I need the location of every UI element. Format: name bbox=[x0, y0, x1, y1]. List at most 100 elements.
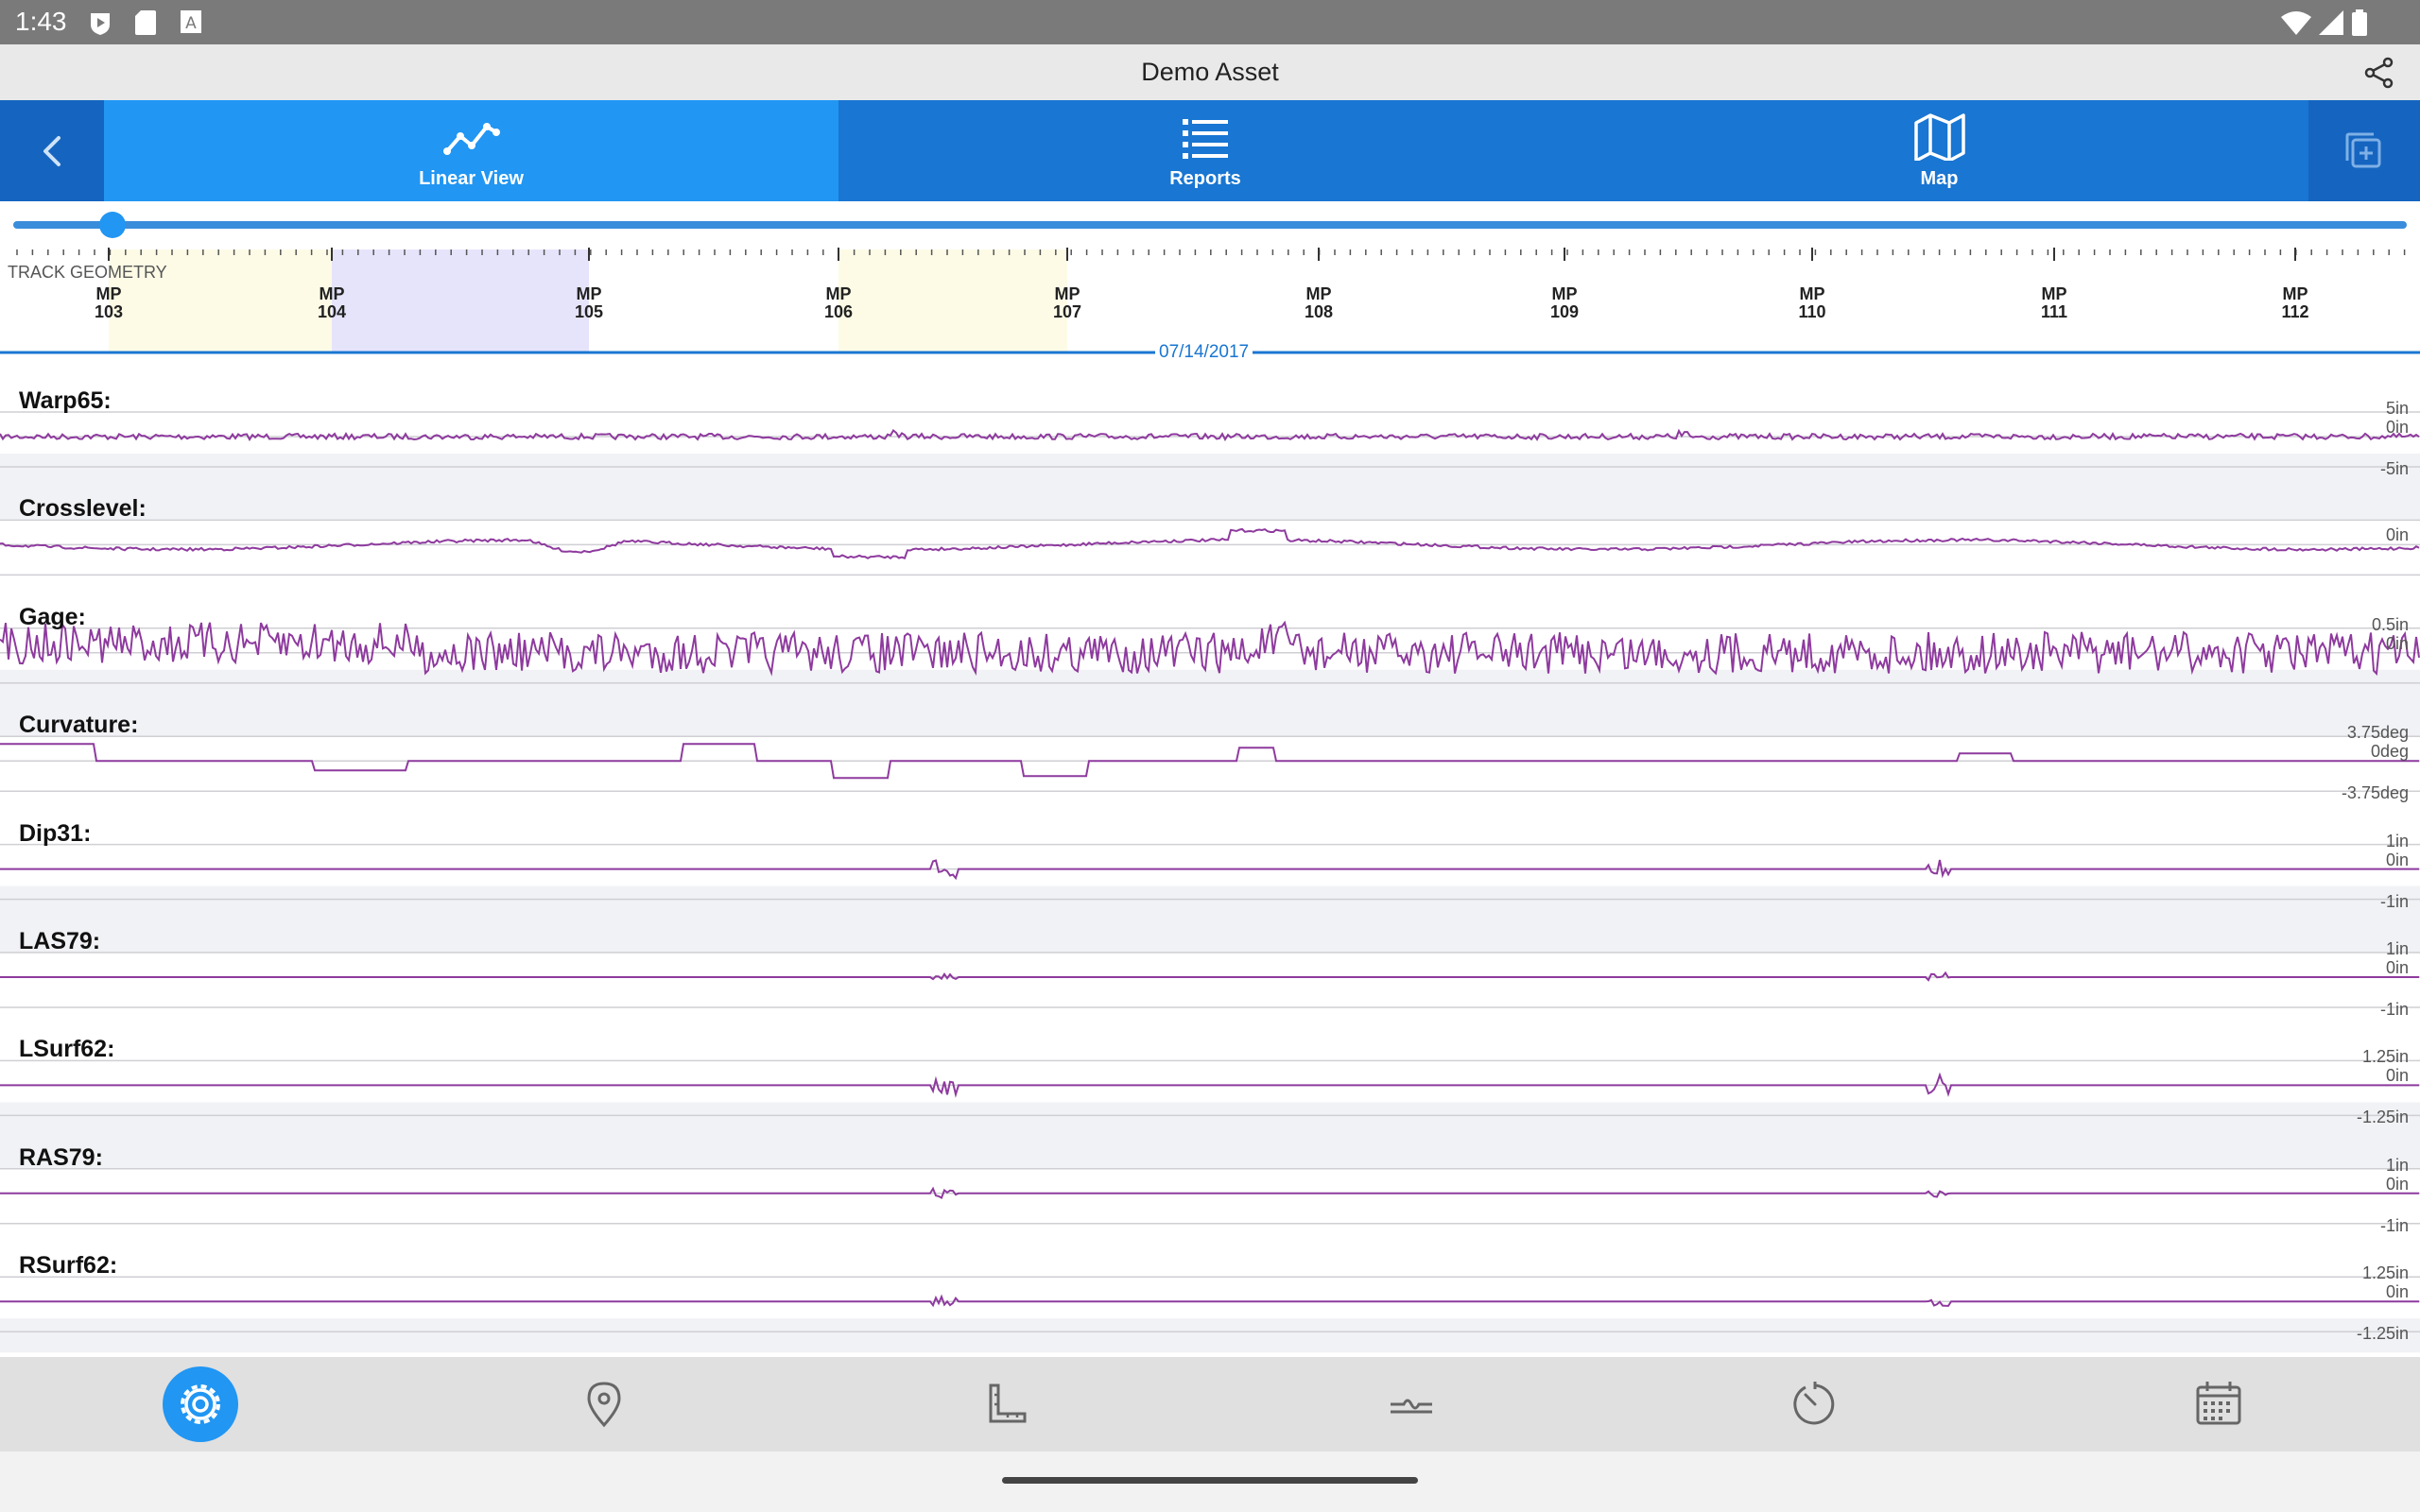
scale-label-top: 1in bbox=[2385, 831, 2409, 850]
milepost-label[interactable]: MP 104 bbox=[303, 285, 360, 321]
settings-icon bbox=[163, 1366, 238, 1442]
milepost-prefix: MP bbox=[1305, 284, 1332, 303]
scale-label-top: 1.25in bbox=[2361, 1047, 2409, 1067]
survey-date[interactable]: 07/14/2017 bbox=[1155, 342, 1253, 363]
wifi-icon bbox=[2281, 11, 2311, 35]
row-band bbox=[0, 919, 2420, 953]
milepost-label[interactable]: MP 110 bbox=[1784, 285, 1841, 321]
scale-label-bottom: -1in bbox=[2379, 1215, 2409, 1235]
milepost-number: 108 bbox=[1304, 302, 1334, 321]
tab-reports[interactable]: Reports bbox=[838, 100, 1572, 201]
scale-label-mid: 0in bbox=[2385, 418, 2409, 437]
series-trace bbox=[0, 428, 2420, 442]
milepost-number: 104 bbox=[317, 302, 347, 321]
page-title: Demo Asset bbox=[1141, 58, 1279, 86]
milepost-number: 105 bbox=[574, 302, 604, 321]
scale-label-bottom: -3.75deg bbox=[2341, 783, 2409, 803]
map-icon bbox=[1913, 113, 1965, 161]
milepost-prefix: MP bbox=[1551, 284, 1578, 303]
segment-highlight bbox=[838, 249, 1067, 352]
share-icon[interactable] bbox=[2363, 57, 2395, 89]
scale-label-mid: 0in bbox=[2385, 1174, 2409, 1194]
list-icon bbox=[1183, 119, 1228, 159]
add-copy-icon bbox=[2345, 132, 2381, 168]
tab-bar: Linear View Reports Map bbox=[0, 100, 2420, 201]
milepost-number: 107 bbox=[1052, 302, 1082, 321]
speed-gauge-icon bbox=[1793, 1382, 1835, 1425]
tab-linear-view[interactable]: Linear View bbox=[104, 100, 838, 201]
milepost-prefix: MP bbox=[825, 284, 852, 303]
scale-label-bottom: -1in bbox=[2379, 891, 2409, 911]
scale-label-top: 5in bbox=[2385, 399, 2409, 418]
bottom-nav bbox=[0, 1357, 2420, 1452]
milepost-label[interactable]: MP 107 bbox=[1039, 285, 1096, 321]
milepost-number: 106 bbox=[823, 302, 854, 321]
milepost-label[interactable]: MP 109 bbox=[1536, 285, 1593, 321]
channel-label: Dip31: bbox=[19, 819, 92, 847]
ruler-icon bbox=[989, 1383, 1027, 1423]
channel-label: LSurf62: bbox=[19, 1036, 115, 1063]
channel-label: RSurf62: bbox=[19, 1252, 118, 1280]
milepost-label[interactable]: MP 106 bbox=[810, 285, 867, 321]
scale-label-top: 1.25in bbox=[2361, 1263, 2409, 1283]
channel-label: Gage: bbox=[19, 603, 86, 630]
row-band bbox=[0, 454, 2420, 488]
track-profile-button[interactable] bbox=[1374, 1366, 1449, 1442]
gesture-handle[interactable] bbox=[1002, 1477, 1418, 1484]
series-trace bbox=[0, 1294, 2419, 1308]
scale-label-mid: 0deg bbox=[2370, 742, 2409, 762]
position-slider-thumb[interactable] bbox=[99, 212, 126, 238]
scale-label-bottom: -1.25in bbox=[2356, 1324, 2409, 1344]
milepost-label[interactable]: MP 111 bbox=[2026, 285, 2083, 321]
speed-button[interactable] bbox=[1777, 1366, 1853, 1442]
milepost-prefix: MP bbox=[2041, 284, 2067, 303]
milepost-label[interactable]: MP 105 bbox=[561, 285, 617, 321]
scale-label-top: 0.5in bbox=[2371, 614, 2409, 634]
milepost-prefix: MP bbox=[1799, 284, 1825, 303]
scale-label-top: 1in bbox=[2385, 939, 2409, 958]
back-button[interactable] bbox=[0, 100, 104, 201]
series-trace bbox=[0, 527, 2420, 560]
segment-highlight bbox=[332, 249, 589, 352]
measure-button[interactable] bbox=[970, 1366, 1046, 1442]
chevron-left-icon bbox=[43, 136, 60, 166]
milepost-label[interactable]: MP 108 bbox=[1290, 285, 1347, 321]
channel-label: Crosslevel: bbox=[19, 495, 147, 523]
milepost-number: 103 bbox=[94, 302, 124, 321]
row-band bbox=[0, 1318, 2420, 1353]
title-bar: Demo Asset bbox=[0, 44, 2420, 100]
scale-label-top: 3.75deg bbox=[2346, 723, 2409, 743]
milepost-number: 110 bbox=[1798, 302, 1826, 321]
scale-label-mid: 0in bbox=[2385, 525, 2409, 545]
tab-label: Map bbox=[1920, 168, 1959, 189]
position-slider-track[interactable] bbox=[13, 221, 2407, 229]
row-band bbox=[0, 702, 2420, 737]
duplicate-button[interactable] bbox=[2308, 100, 2420, 201]
milepost-label[interactable]: MP 103 bbox=[80, 285, 137, 321]
scale-label-bottom: -1.25in bbox=[2356, 1108, 2409, 1127]
row-band bbox=[0, 486, 2420, 521]
milepost-prefix: MP bbox=[2282, 284, 2308, 303]
cell-signal-icon bbox=[2319, 10, 2343, 35]
location-button[interactable] bbox=[566, 1366, 642, 1442]
svg-text:A: A bbox=[185, 14, 197, 33]
series-trace bbox=[0, 1186, 2419, 1200]
channel-label: Curvature: bbox=[19, 712, 139, 739]
chart-canvas[interactable] bbox=[0, 380, 2420, 1357]
settings-button[interactable] bbox=[163, 1366, 238, 1442]
scale-label-mid: 0in bbox=[2385, 958, 2409, 977]
calendar-icon bbox=[2196, 1382, 2241, 1425]
milepost-label[interactable]: MP 112 bbox=[2267, 285, 2324, 321]
series-trace bbox=[0, 1072, 2419, 1098]
milepost-number: 111 bbox=[2040, 302, 2068, 321]
row-band bbox=[0, 1102, 2420, 1137]
series-trace bbox=[0, 859, 2419, 881]
tab-map[interactable]: Map bbox=[1572, 100, 2307, 201]
keyboard-a-icon: A bbox=[181, 10, 201, 33]
row-band bbox=[0, 1134, 2420, 1169]
milepost-prefix: MP bbox=[319, 284, 345, 303]
calendar-button[interactable] bbox=[2181, 1366, 2256, 1442]
geometry-charts: Warp65: 5in 0in -5in Crosslevel: 0in Gage: 0.5i… bbox=[0, 380, 2420, 1357]
status-bar: 1:43 A bbox=[0, 0, 2420, 44]
scale-label-mid: 0in bbox=[2385, 633, 2409, 653]
